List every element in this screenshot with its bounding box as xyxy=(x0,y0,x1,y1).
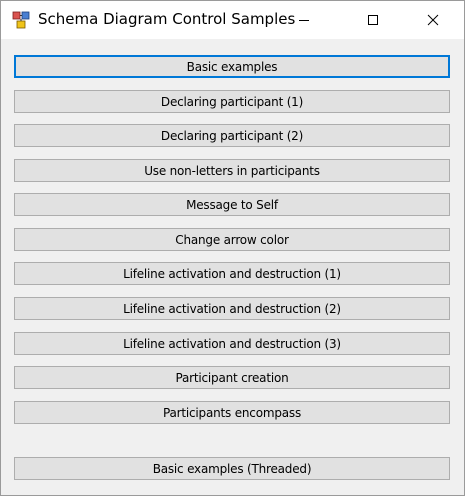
participants-encompass-button[interactable]: Participants encompass xyxy=(14,401,450,424)
maximize-icon xyxy=(368,15,378,25)
lifeline-activation-3-button[interactable]: Lifeline activation and destruction (3) xyxy=(14,332,450,355)
message-to-self-button[interactable]: Message to Self xyxy=(14,193,450,216)
maximize-button[interactable] xyxy=(350,1,396,39)
lifeline-activation-2-button[interactable]: Lifeline activation and destruction (2) xyxy=(14,297,450,320)
declaring-participant-2-button[interactable]: Declaring participant (2) xyxy=(14,124,450,147)
basic-examples-button[interactable]: Basic examples xyxy=(14,55,450,78)
declaring-participant-1-button[interactable]: Declaring participant (1) xyxy=(14,90,450,113)
close-icon xyxy=(427,14,439,26)
window-title: Schema Diagram Control Samples xyxy=(38,10,296,28)
minimize-button[interactable] xyxy=(281,1,327,39)
non-letters-participants-button[interactable]: Use non-letters in participants xyxy=(14,159,450,182)
lifeline-activation-1-button[interactable]: Lifeline activation and destruction (1) xyxy=(14,262,450,285)
main-window: Schema Diagram Control Samples Basic exa… xyxy=(0,0,465,496)
close-button[interactable] xyxy=(410,1,456,39)
participant-creation-button[interactable]: Participant creation xyxy=(14,366,450,389)
title-bar[interactable]: Schema Diagram Control Samples xyxy=(1,1,464,39)
app-icon xyxy=(12,11,30,29)
basic-examples-threaded-button[interactable]: Basic examples (Threaded) xyxy=(14,457,450,480)
minimize-icon xyxy=(299,20,309,21)
change-arrow-color-button[interactable]: Change arrow color xyxy=(14,228,450,251)
